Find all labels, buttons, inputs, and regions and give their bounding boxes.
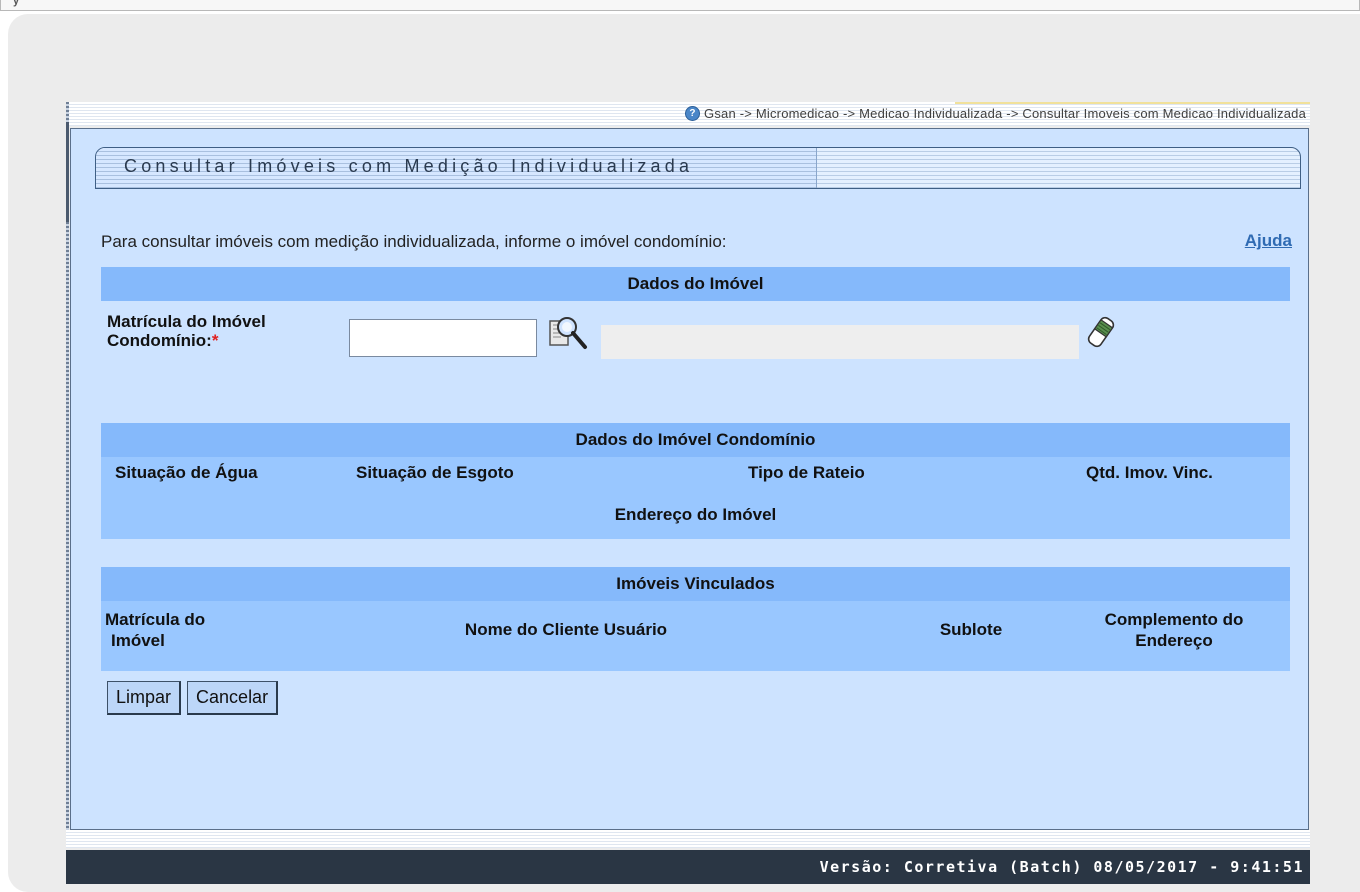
title-tab: Consultar Imóveis com Medição Individual… (95, 147, 1301, 189)
imovel-description-field (601, 325, 1079, 359)
col-tipo-rateio: Tipo de Rateio (748, 463, 865, 482)
matricula-input[interactable] (349, 319, 537, 357)
section-imoveis-vinculados: Imóveis Vinculados Matrícula do Imóvel N… (101, 567, 1290, 671)
section-header-imoveis-vinculados: Imóveis Vinculados (101, 567, 1290, 601)
vinculados-columns: Matrícula do Imóvel Nome do Cliente Usuá… (101, 605, 1290, 671)
breadcrumb-bar: ? Gsan -> Micromedicao -> Medicao Indivi… (69, 102, 1310, 126)
app-frame: ? Gsan -> Micromedicao -> Medicao Indivi… (66, 102, 1310, 884)
matricula-label: Matrícula do Imóvel Condomínio:* (107, 312, 266, 350)
top-window-strip: y (0, 0, 1360, 11)
col-situacao-esgoto: Situação de Esgoto (356, 463, 514, 482)
breadcrumb-text[interactable]: Gsan -> Micromedicao -> Medicao Individu… (704, 106, 1306, 121)
version-text: Versão: Corretiva (Batch) 08/05/2017 - 9… (819, 858, 1304, 876)
limpar-button[interactable]: Limpar (107, 681, 182, 715)
bottom-separator (66, 830, 1310, 848)
top-fragment-text: y (13, 0, 20, 7)
magnifier-search-icon[interactable] (549, 315, 589, 355)
left-rail (66, 102, 69, 830)
section-dados-imovel: Dados do Imóvel (101, 267, 1290, 301)
eraser-icon[interactable] (1086, 315, 1116, 349)
version-footer: Versão: Corretiva (Batch) 08/05/2017 - 9… (66, 850, 1310, 884)
col-endereco-imovel: Endereço do Imóvel (614, 505, 777, 524)
help-link[interactable]: Ajuda (1245, 231, 1292, 251)
section-header-dados-condominio: Dados do Imóvel Condomínio (101, 423, 1290, 457)
col-qtd-imov-vinc: Qtd. Imov. Vinc. (1086, 463, 1213, 482)
cancelar-button[interactable]: Cancelar (187, 681, 279, 715)
main-content: Consultar Imóveis com Medição Individual… (70, 128, 1309, 830)
form-buttons: Limpar Cancelar (107, 681, 279, 715)
section-dados-condominio: Dados do Imóvel Condomínio Situação de Á… (101, 423, 1290, 539)
col-complemento-endereco: Complemento do Endereço (1104, 610, 1244, 650)
page-title: Consultar Imóveis com Medição Individual… (124, 156, 694, 176)
matricula-field-row: Matrícula do Imóvel Condomínio:* (101, 309, 1290, 389)
col-matricula-imovel: Matrícula do Imóvel (105, 610, 206, 650)
col-sublote: Sublote (939, 620, 1003, 639)
help-circle-icon[interactable]: ? (685, 106, 701, 121)
section-header-dados-imovel: Dados do Imóvel (101, 267, 1290, 301)
col-situacao-agua: Situação de Água (115, 463, 258, 482)
condominio-columns: Situação de Água Situação de Esgoto Tipo… (101, 463, 1290, 493)
col-nome-cliente: Nome do Cliente Usuário (464, 620, 668, 639)
breadcrumb: ? Gsan -> Micromedicao -> Medicao Indivi… (685, 106, 1306, 121)
required-marker: * (211, 331, 219, 350)
instructions-text: Para consultar imóveis com medição indiv… (101, 232, 727, 251)
